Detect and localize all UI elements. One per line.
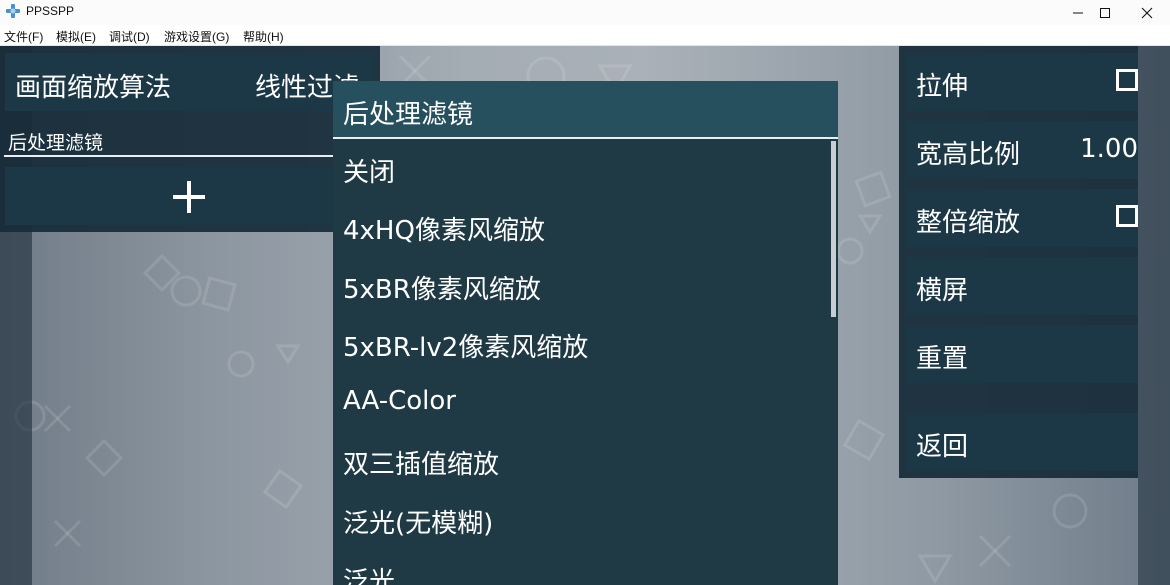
- post-filter-divider: [4, 155, 334, 157]
- aspect-ratio-value: 1.00: [1080, 134, 1138, 164]
- back-label: 返回: [916, 432, 969, 462]
- aspect-ratio-setting[interactable]: 宽高比例 1.00: [906, 121, 1138, 179]
- reset-button[interactable]: 重置: [906, 325, 1138, 383]
- popup-header: 后处理滤镜: [333, 81, 838, 137]
- back-button[interactable]: 返回: [906, 413, 1138, 471]
- list-item-label: 5xBR-lv2像素风缩放: [343, 333, 589, 363]
- menu-debug[interactable]: 调试(D): [109, 28, 150, 45]
- landscape-label: 横屏: [916, 276, 969, 306]
- list-item-label: 5xBR像素风缩放: [343, 275, 541, 305]
- window-title: PPSSPP: [26, 4, 75, 18]
- close-window-button[interactable]: [1124, 0, 1170, 25]
- integer-scaling-label: 整倍缩放: [916, 208, 1021, 238]
- list-item-label: AA-Color: [343, 386, 456, 416]
- filter-option-5xbr[interactable]: 5xBR像素风缩放: [333, 256, 830, 314]
- ppsspp-logo-icon: [6, 4, 20, 18]
- right-shade: [1138, 46, 1170, 585]
- filter-option-5xbr-lv2[interactable]: 5xBR-lv2像素风缩放: [333, 314, 830, 372]
- screen-scaling-setting[interactable]: 画面缩放算法 线性过滤: [5, 53, 374, 111]
- list-item-label: 双三插值缩放: [343, 450, 500, 480]
- layout-settings-panel: 拉伸 宽高比例 1.00 整倍缩放 横屏 重置 返回: [899, 46, 1138, 478]
- filter-option-bicubic[interactable]: 双三插值缩放: [333, 431, 830, 489]
- add-filter-button[interactable]: [5, 167, 374, 225]
- integer-scaling-checkbox[interactable]: [1116, 205, 1138, 227]
- screen-scaling-label: 画面缩放算法: [15, 73, 172, 103]
- menu-file[interactable]: 文件(F): [4, 28, 43, 45]
- filter-option-bloom-noblur[interactable]: 泛光(无模糊): [333, 490, 830, 548]
- menu-emulation[interactable]: 模拟(E): [56, 28, 96, 45]
- filter-option-4xhq[interactable]: 4xHQ像素风缩放: [333, 197, 830, 255]
- post-filter-popup: 后处理滤镜 关闭 4xHQ像素风缩放 5xBR像素风缩放 5xBR-lv2像素风…: [333, 81, 838, 585]
- maximize-button[interactable]: [1082, 0, 1128, 25]
- maximize-icon: [1100, 7, 1110, 18]
- popup-scrollbar[interactable]: [831, 141, 836, 317]
- settings-screen: 画面缩放算法 线性过滤 后处理滤镜 拉伸 宽高比例 1.00 整倍缩放 横屏 重…: [0, 46, 1170, 585]
- integer-scaling-setting[interactable]: 整倍缩放: [906, 189, 1138, 247]
- list-item-label: 4xHQ像素风缩放: [343, 216, 545, 246]
- landscape-button[interactable]: 横屏: [906, 257, 1138, 315]
- menu-game-settings[interactable]: 游戏设置(G): [164, 28, 229, 45]
- menu-bar: 文件(F) 模拟(E) 调试(D) 游戏设置(G) 帮助(H): [0, 25, 1170, 46]
- stretch-label: 拉伸: [916, 72, 969, 102]
- filter-options-list[interactable]: 关闭 4xHQ像素风缩放 5xBR像素风缩放 5xBR-lv2像素风缩放 AA-…: [333, 139, 830, 585]
- list-item-label: 泛光(无模糊): [343, 509, 494, 539]
- filter-option-aa-color[interactable]: AA-Color: [333, 373, 830, 431]
- stretch-checkbox[interactable]: [1116, 69, 1138, 91]
- filter-option-off[interactable]: 关闭: [333, 139, 830, 197]
- list-item-label: 关闭: [343, 158, 396, 188]
- menu-help[interactable]: 帮助(H): [243, 28, 284, 45]
- post-filter-heading: 后处理滤镜: [8, 132, 104, 154]
- plus-icon: [173, 181, 205, 213]
- aspect-ratio-label: 宽高比例: [916, 140, 1021, 170]
- popup-title: 后处理滤镜: [343, 100, 474, 130]
- filter-option-bloom[interactable]: 泛光: [333, 548, 830, 585]
- title-bar: PPSSPP: [0, 0, 1170, 25]
- reset-label: 重置: [916, 344, 969, 374]
- close-icon: [1141, 7, 1153, 18]
- stretch-setting[interactable]: 拉伸: [906, 53, 1138, 111]
- display-settings-panel: 画面缩放算法 线性过滤 后处理滤镜: [0, 46, 380, 232]
- list-item-label: 泛光: [343, 567, 396, 585]
